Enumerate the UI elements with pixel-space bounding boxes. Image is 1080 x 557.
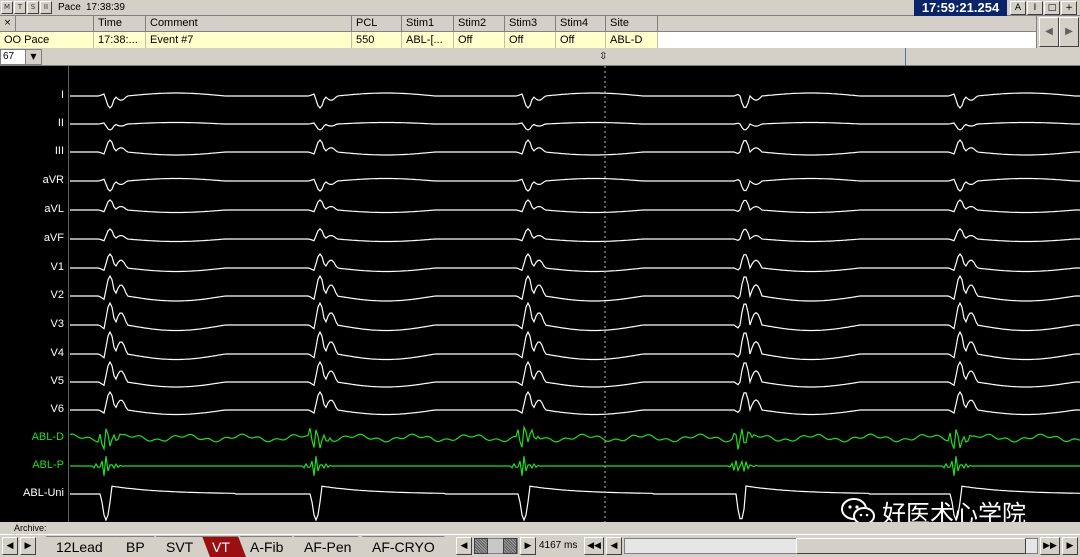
mode-s-button[interactable]: S xyxy=(27,1,39,14)
trace-avf xyxy=(70,228,1080,243)
trace-v5 xyxy=(70,360,1080,388)
sweep-speed-value: 67 xyxy=(3,51,15,62)
trace-abl-p xyxy=(70,456,1080,476)
grid-header-blank xyxy=(16,16,94,32)
grid-cell-stim3[interactable]: Off xyxy=(505,32,556,48)
window-time: 17:38:39 xyxy=(86,2,125,13)
trace-v1 xyxy=(70,252,1080,273)
trace-iii xyxy=(70,139,1080,156)
event-grid: × Time Comment PCL Stim1 Stim2 Stim3 Sti… xyxy=(0,16,1036,48)
time-scroll-thumb-left[interactable] xyxy=(474,538,488,554)
trace-v2 xyxy=(70,274,1080,302)
window-duration: 4167 ms xyxy=(539,540,578,551)
rewind-icon[interactable]: ◀◀ xyxy=(584,537,604,555)
title-bar: M T S II Pace 17:38:39 17:59:21.254 A I … xyxy=(0,0,1080,16)
window-controls: A I □ + xyxy=(1010,1,1077,15)
maximize-button[interactable]: □ xyxy=(1044,1,1060,15)
grid-header-stim1[interactable]: Stim1 xyxy=(402,16,454,32)
archive-strip: Archive: xyxy=(0,522,1080,534)
grid-header-pcl[interactable]: PCL xyxy=(352,16,402,32)
grid-scroll-right-icon[interactable]: ▶ xyxy=(1059,17,1079,47)
tab-prev-icon[interactable]: ◀ xyxy=(2,537,18,555)
time-scroll-left-icon[interactable]: ◀ xyxy=(456,537,472,555)
review-step-fwd-icon[interactable]: ▶ xyxy=(1062,537,1078,555)
grid-cell-stim2[interactable]: Off xyxy=(454,32,505,48)
info-button[interactable]: I xyxy=(1027,1,1043,15)
close-icon[interactable]: × xyxy=(0,16,16,32)
tab-af-pen[interactable]: AF-Pen xyxy=(294,536,366,557)
trace-i xyxy=(70,92,1080,109)
tab-next-icon[interactable]: ▶ xyxy=(20,537,36,555)
review-step-back-icon[interactable]: ◀ xyxy=(606,537,622,555)
tab-svt[interactable]: SVT xyxy=(156,536,210,557)
system-clock: 17:59:21.254 xyxy=(914,0,1007,16)
grid-scroll: ◀ ▶ xyxy=(1036,16,1080,48)
grid-cell-time[interactable]: 17:38:... xyxy=(94,32,146,48)
sweep-speed-select[interactable]: 67 ▼ xyxy=(0,49,42,65)
grid-header-comment[interactable]: Comment xyxy=(146,16,352,32)
trace-avr xyxy=(70,177,1080,192)
trace-ii xyxy=(70,121,1080,131)
archive-label: Archive: xyxy=(14,523,47,533)
fast-forward-icon[interactable]: ▶▶ xyxy=(1040,537,1060,555)
trace-avl xyxy=(70,199,1080,214)
cursor-handle-icon[interactable]: ⇳ xyxy=(599,51,607,62)
grid-header-stim2[interactable]: Stim2 xyxy=(454,16,505,32)
grid-cell-site[interactable]: ABL-D xyxy=(606,32,658,48)
trace-abl-d xyxy=(69,425,1080,452)
grid-header-stim3[interactable]: Stim3 xyxy=(505,16,556,32)
toolbar-divider xyxy=(905,48,906,66)
grid-cell-pcl[interactable]: 550 xyxy=(352,32,402,48)
chevron-down-icon[interactable]: ▼ xyxy=(25,50,41,64)
grid-header-stim4[interactable]: Stim4 xyxy=(556,16,606,32)
tab-bp[interactable]: BP xyxy=(116,536,162,557)
review-scroll-thumb[interactable] xyxy=(796,538,1026,554)
trace-v6 xyxy=(70,390,1080,416)
trace-v3 xyxy=(70,301,1080,332)
tab-12lead[interactable]: 12Lead xyxy=(46,536,124,557)
grid-scroll-left-icon[interactable]: ◀ xyxy=(1039,17,1059,47)
grid-cell-stim4[interactable]: Off xyxy=(556,32,606,48)
grid-cell-empty xyxy=(658,32,1036,48)
tab-afib[interactable]: A-Fib xyxy=(240,536,300,557)
move-button[interactable]: + xyxy=(1061,1,1077,15)
font-a-button[interactable]: A xyxy=(1010,1,1026,15)
grid-header-empty xyxy=(658,16,1036,32)
mode-t-button[interactable]: T xyxy=(14,1,26,14)
ecg-traces xyxy=(69,66,1080,522)
sweep-toolbar: 67 ▼ ⇳ xyxy=(0,48,1080,66)
pause-button[interactable]: II xyxy=(40,1,52,14)
grid-header-site[interactable]: Site xyxy=(606,16,658,32)
grid-cell-event[interactable]: OO Pace xyxy=(0,32,94,48)
grid-cell-comment[interactable]: Event #7 xyxy=(146,32,352,48)
time-scroll-right-icon[interactable]: ▶ xyxy=(520,537,536,555)
tab-af-cryo[interactable]: AF-CRYO xyxy=(362,536,452,557)
grid-cell-stim1[interactable]: ABL-[... xyxy=(402,32,454,48)
time-scroll-thumb-right[interactable] xyxy=(503,538,517,554)
window-title: Pace xyxy=(58,2,81,13)
mode-m-button[interactable]: M xyxy=(1,1,13,14)
tab-bar: ◀ ▶ 12Lead BP SVT VT A-Fib AF-Pen AF-CRY… xyxy=(0,534,1080,557)
trace-v4 xyxy=(70,330,1080,361)
grid-header-time[interactable]: Time xyxy=(94,16,146,32)
waveform-display[interactable]: I II III aVR aVL aVF V1 V2 V3 V4 V5 V6 ABL-D ABL-P ABL… xyxy=(0,66,1080,528)
title-mode-buttons: M T S II xyxy=(1,1,52,14)
